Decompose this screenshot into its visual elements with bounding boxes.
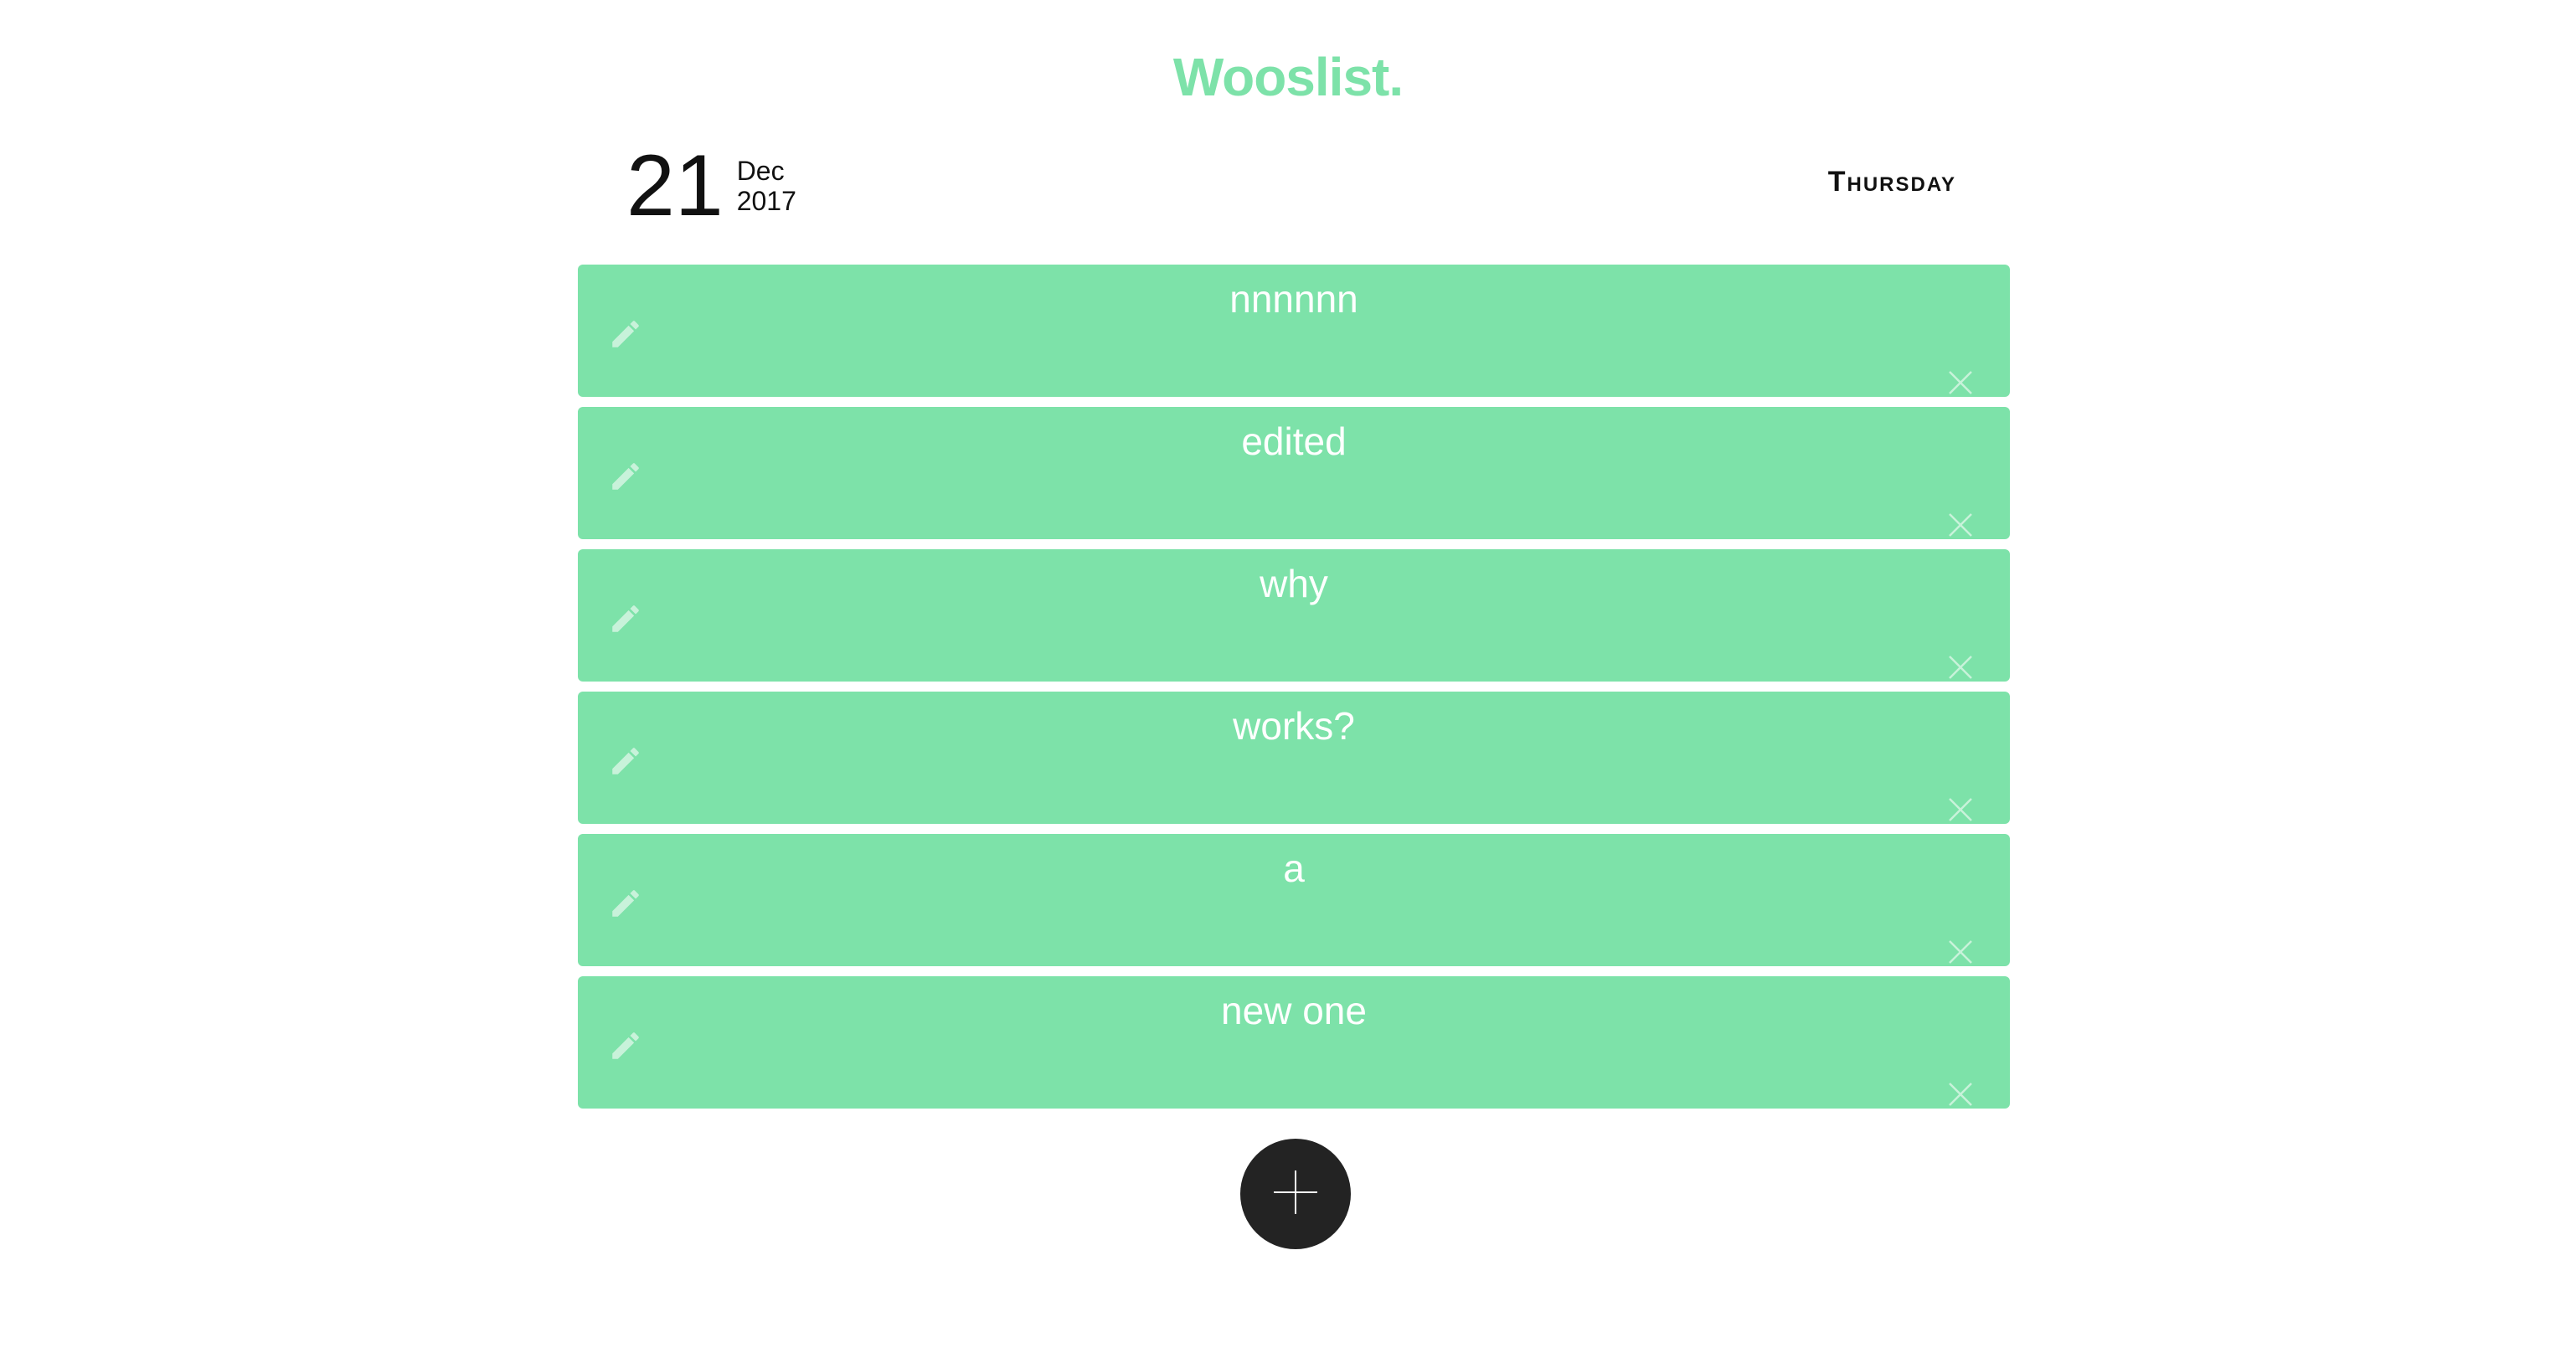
todo-text: a — [1283, 846, 1305, 890]
todo-item[interactable]: a — [578, 834, 2010, 966]
close-icon[interactable] — [1948, 797, 1973, 822]
app-title: Wooslist. — [1172, 47, 1404, 107]
close-icon[interactable] — [1948, 512, 1973, 538]
todo-item[interactable]: works? — [578, 692, 2010, 824]
year-label: 2017 — [736, 186, 796, 216]
close-icon[interactable] — [1948, 1082, 1973, 1107]
app-root: Wooslist. 21 Dec 2017 Thursday nnnnnn ed… — [0, 0, 2576, 1348]
todo-list: nnnnnn edited why works? a new one — [578, 265, 2010, 1119]
close-icon[interactable] — [1948, 939, 1973, 965]
add-todo-button[interactable] — [1240, 1139, 1351, 1249]
todo-item[interactable]: edited — [578, 407, 2010, 539]
month-label: Dec — [736, 156, 785, 186]
todo-text: edited — [1241, 419, 1347, 463]
todo-item[interactable]: nnnnnn — [578, 265, 2010, 397]
todo-item[interactable]: why — [578, 549, 2010, 682]
todo-text: why — [1260, 562, 1328, 605]
day-number: 21 — [626, 137, 724, 234]
close-icon[interactable] — [1948, 370, 1973, 395]
plus-icon — [1272, 1169, 1319, 1220]
todo-item[interactable]: new one — [578, 976, 2010, 1109]
close-icon[interactable] — [1948, 655, 1973, 680]
weekday-label: Thursday — [1827, 166, 1956, 198]
todo-text: works? — [1233, 704, 1355, 748]
date-display: 21 Dec 2017 — [626, 137, 796, 234]
todo-text: new one — [1221, 989, 1367, 1032]
month-year: Dec 2017 — [737, 156, 796, 216]
todo-text: nnnnnn — [1229, 277, 1358, 321]
